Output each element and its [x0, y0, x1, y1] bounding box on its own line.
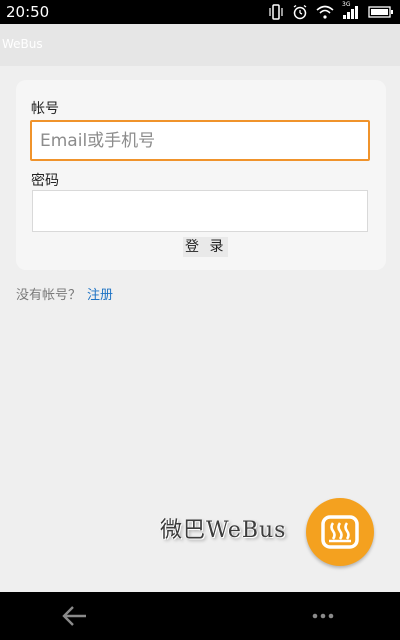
account-label: 帐号	[31, 101, 59, 117]
login-button[interactable]: 登 录	[183, 237, 229, 257]
status-bar: 20:50 3G	[0, 0, 400, 24]
status-time: 20:50	[6, 3, 50, 21]
navigation-bar	[0, 592, 400, 640]
battery-icon	[368, 6, 394, 18]
signal-3g-icon: 3G	[342, 1, 360, 20]
back-arrow-icon[interactable]	[60, 604, 90, 628]
wifi-icon	[316, 5, 334, 19]
webus-fab-button[interactable]	[306, 498, 374, 566]
signup-prompt: 没有帐号？	[16, 288, 82, 303]
account-input[interactable]	[30, 120, 370, 161]
more-dots-icon[interactable]	[308, 606, 338, 626]
network-label: 3G	[342, 1, 351, 8]
alarm-icon	[292, 4, 308, 20]
signup-line: 没有帐号？ 注册	[16, 288, 113, 304]
password-input[interactable]	[32, 190, 368, 232]
app-title: WeBus	[2, 37, 43, 51]
password-label: 密码	[31, 173, 59, 189]
vibrate-icon	[268, 4, 284, 20]
brand-text: 微巴WeBus	[160, 518, 287, 543]
signup-link[interactable]: 注册	[87, 288, 113, 303]
app-bar: WeBus	[0, 24, 400, 66]
status-icons: 3G	[268, 1, 394, 21]
login-card: 帐号 密码 登 录	[16, 80, 386, 270]
